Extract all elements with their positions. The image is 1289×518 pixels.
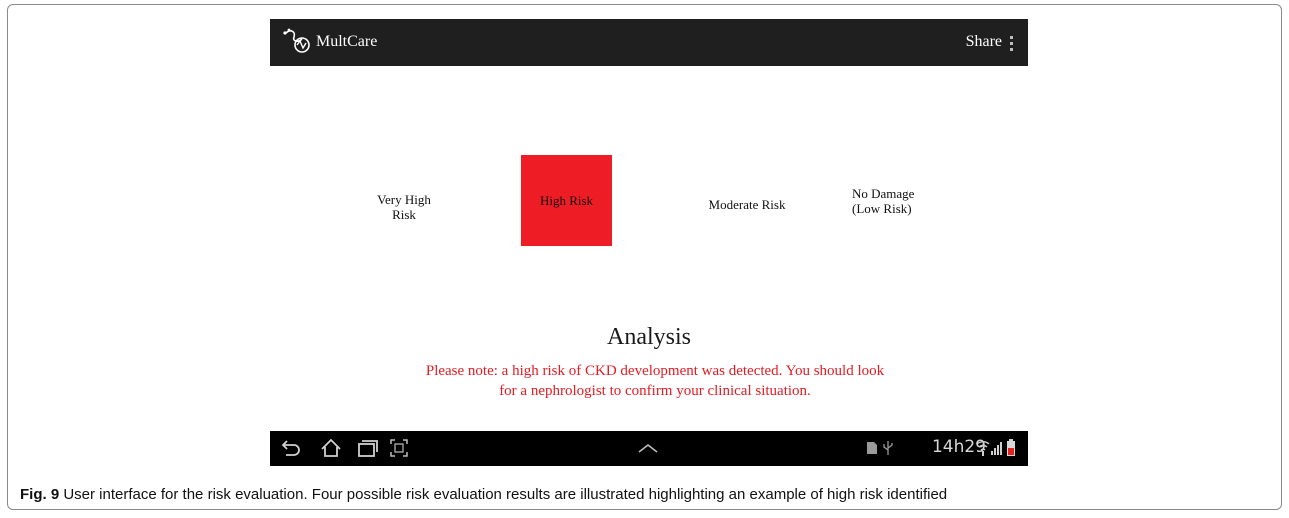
analysis-note: Please note: a high risk of CKD developm…: [425, 363, 885, 399]
wifi-icon: [976, 441, 990, 456]
sim-icon: [867, 442, 877, 454]
caption-label: Fig. 9: [20, 486, 60, 503]
risk-low[interactable]: No Damage (Low Risk): [852, 186, 948, 216]
risk-very-high-label: Very High Risk: [377, 192, 431, 222]
home-icon[interactable]: [320, 437, 342, 459]
risk-low-label: No Damage (Low Risk): [852, 186, 915, 216]
usb-icon: [883, 441, 893, 455]
risk-very-high[interactable]: Very High Risk: [363, 192, 445, 222]
risk-moderate-label: Moderate Risk: [708, 197, 786, 212]
app-logo-icon: [283, 28, 310, 53]
screenshot-icon[interactable]: [388, 437, 410, 459]
recent-apps-icon[interactable]: [356, 437, 378, 459]
overflow-menu-icon[interactable]: [1010, 36, 1016, 54]
system-nav-bar: 14h29: [270, 431, 1028, 466]
share-button[interactable]: Share: [966, 33, 1002, 51]
chevron-up-icon[interactable]: [636, 437, 660, 459]
risk-high-selected[interactable]: High Risk: [521, 155, 612, 246]
app-title: MultCare: [316, 33, 378, 50]
risk-high-label: High Risk: [539, 193, 594, 208]
battery-icon: [1007, 439, 1015, 456]
risk-moderate[interactable]: Moderate Risk: [692, 197, 802, 212]
analysis-title: Analysis: [607, 324, 691, 350]
signal-icon: [991, 442, 1002, 455]
action-bar: MultCare Share: [270, 19, 1028, 66]
back-icon[interactable]: [280, 437, 302, 459]
risk-level-row: Very High Risk High Risk Moderate Risk N…: [270, 155, 1028, 247]
caption-text: User interface for the risk evaluation. …: [59, 486, 948, 503]
figure-caption: Fig. 9 User interface for the risk evalu…: [20, 486, 947, 503]
app-screen: MultCare Share Very High Risk High Risk …: [270, 19, 1028, 466]
